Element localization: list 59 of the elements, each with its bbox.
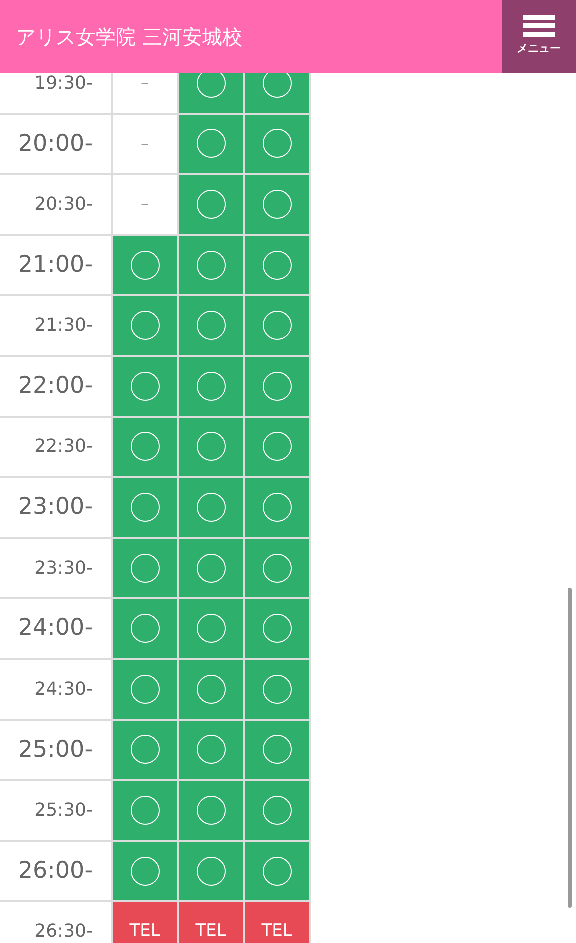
circle-icon xyxy=(130,554,160,583)
circle-icon xyxy=(196,432,226,462)
time-cell: 20:00- xyxy=(0,114,111,174)
circle-icon xyxy=(262,856,292,886)
time-cell: 21:30- xyxy=(0,296,111,355)
time-cell: 22:30- xyxy=(0,418,111,476)
time-cell: 21:00- xyxy=(0,236,111,294)
time-cell: 26:00- xyxy=(0,842,111,900)
time-cell: 23:00- xyxy=(0,478,111,537)
circle-icon xyxy=(262,250,292,280)
circle-icon xyxy=(262,674,292,704)
circle-icon xyxy=(130,674,160,704)
circle-icon xyxy=(196,250,226,280)
time-cell: 26:30- xyxy=(0,902,111,943)
time-cell: 22:00- xyxy=(0,356,111,416)
circle-icon xyxy=(130,492,160,522)
circle-icon xyxy=(130,614,160,644)
menu-icon xyxy=(523,15,555,38)
phone-only-cell[interactable]: TEL xyxy=(245,902,309,943)
circle-icon xyxy=(262,735,292,764)
menu-button[interactable]: メニュー xyxy=(502,0,576,73)
circle-icon xyxy=(130,796,160,825)
phone-only-cell[interactable]: TEL xyxy=(113,902,177,943)
circle-icon xyxy=(262,796,292,825)
time-cell: 25:00- xyxy=(0,720,111,780)
circle-icon xyxy=(130,432,160,462)
circle-icon xyxy=(262,372,292,401)
circle-icon xyxy=(262,432,292,462)
time-cell: 23:30- xyxy=(0,538,111,598)
time-cell: 25:30- xyxy=(0,781,111,840)
circle-icon xyxy=(262,492,292,522)
circle-icon xyxy=(262,311,292,340)
circle-icon xyxy=(196,796,226,825)
circle-icon xyxy=(130,856,160,886)
time-cell: 24:00- xyxy=(0,599,111,658)
circle-icon xyxy=(196,311,226,340)
circle-icon xyxy=(196,856,226,886)
circle-icon xyxy=(196,674,226,704)
circle-icon xyxy=(130,311,160,340)
circle-icon xyxy=(262,554,292,583)
circle-icon xyxy=(196,372,226,401)
unavailable-cell: – xyxy=(113,175,177,234)
circle-icon xyxy=(196,190,226,219)
time-cell: 20:30- xyxy=(0,175,111,234)
circle-icon xyxy=(196,735,226,764)
circle-icon xyxy=(130,735,160,764)
phone-only-cell[interactable]: TEL xyxy=(179,902,243,943)
circle-icon xyxy=(196,492,226,522)
unavailable-cell: – xyxy=(113,114,177,174)
time-cell: 24:30- xyxy=(0,660,111,719)
circle-icon xyxy=(196,554,226,583)
circle-icon xyxy=(262,614,292,644)
circle-icon xyxy=(130,372,160,401)
circle-icon xyxy=(196,129,226,158)
circle-icon xyxy=(130,250,160,280)
site-title: アリス女学院 三河安城校 xyxy=(15,24,242,50)
circle-icon xyxy=(262,129,292,158)
circle-icon xyxy=(262,190,292,219)
circle-icon xyxy=(196,614,226,644)
